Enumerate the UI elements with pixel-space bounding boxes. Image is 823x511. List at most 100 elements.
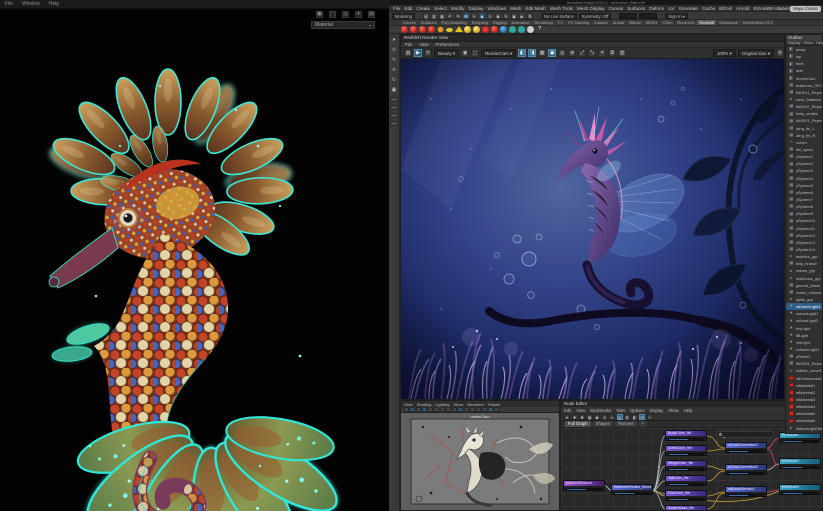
layers-icon[interactable]: ▤	[368, 11, 375, 18]
outliner-row[interactable]: seahorse_GEO	[786, 82, 822, 89]
shelf-tab[interactable]: Redshift	[697, 20, 716, 25]
node-editor-tab[interactable]: +	[638, 421, 648, 427]
node-editor-menu-item[interactable]: Bookmarks	[590, 408, 611, 413]
shelf-tab[interactable]: Surfaces	[418, 20, 439, 25]
outliner-row[interactable]: pSphere14	[786, 246, 822, 253]
outliner-row[interactable]: pSphere4	[786, 175, 822, 182]
layout-four-view-button[interactable]	[390, 105, 398, 110]
shader-node[interactable]: CrestColor_file	[665, 445, 707, 456]
shader-node[interactable]: WingsColor_file	[665, 460, 707, 471]
shelf-tab[interactable]: Animation	[509, 20, 532, 25]
region-render-icon[interactable]: ◉	[461, 49, 470, 57]
sign-in-button[interactable]: Sign In ▾	[665, 12, 688, 19]
maya-menu-item[interactable]: Modify	[451, 6, 465, 11]
paint-select-tool-icon[interactable]: ✎	[391, 57, 398, 64]
node-editor-menu-item[interactable]: Display	[649, 408, 663, 413]
outliner-row[interactable]: pSphere11	[786, 225, 822, 232]
node-editor-menu-item[interactable]: View	[576, 408, 585, 413]
ne-select-icon[interactable]: ➤	[564, 413, 570, 420]
ab-compare-icon[interactable]: ◧	[518, 49, 527, 57]
maya-menu-item[interactable]: Generate	[679, 6, 698, 11]
outliner-row[interactable]: rsAreaLight2	[786, 317, 822, 324]
ne-swatch-icon[interactable]: ◧	[631, 413, 638, 420]
save-image-icon[interactable]: ▤	[404, 49, 412, 57]
node-editor-tab[interactable]: Full Graph	[565, 421, 591, 427]
shelf-tab[interactable]: Bifrost	[627, 20, 643, 25]
node-editor-menu-item[interactable]: Edit	[564, 408, 571, 413]
outliner-row[interactable]: ground_plane	[786, 282, 822, 289]
shelf-tab[interactable]: XGen	[660, 20, 675, 25]
move-tool-icon[interactable]: ✛	[391, 67, 398, 74]
snap-curve-icon[interactable]: ∿	[471, 12, 477, 19]
thumbnail-grid-icon[interactable]: ▦	[538, 49, 547, 57]
rs-physical-sun-icon[interactable]	[491, 26, 498, 33]
shader-node-slider[interactable]	[782, 465, 818, 469]
ne-curve-wire-icon[interactable]: ∿	[646, 413, 653, 420]
shelf-tab[interactable]: Poly Modeling	[439, 20, 469, 25]
outliner-row[interactable]: MASH3_ReproMesh	[786, 117, 822, 124]
viewport-grid-icon[interactable]	[410, 407, 415, 412]
left-app-menu-item[interactable]: Window	[22, 1, 40, 7]
render-view-menu-item[interactable]: File	[405, 42, 412, 47]
outliner-row[interactable]: persp	[786, 46, 822, 53]
outliner-row[interactable]: rsDomeLight1	[786, 303, 822, 311]
node-editor-tab[interactable]: Shapes	[592, 421, 613, 427]
shader-node[interactable]: rsTexture2	[779, 458, 821, 469]
maya-menu-item[interactable]: Arnold	[736, 6, 749, 11]
zoom-icon[interactable]: ◎	[342, 11, 349, 18]
viewport-menu-item[interactable]: Lighting	[435, 402, 449, 407]
shader-node[interactable]: ScalesMask_file	[665, 505, 707, 510]
fit-icon[interactable]: ⤢	[578, 49, 587, 57]
workspace-value-button[interactable]: Maya Classic	[790, 5, 821, 12]
ne-pin-icon[interactable]: ◉	[594, 413, 600, 420]
rs-render-icon[interactable]	[401, 26, 408, 33]
outliner-row[interactable]: front	[786, 60, 822, 67]
shader-node[interactable]: place2dTexture1	[563, 480, 605, 491]
viewport-ao-icon[interactable]	[482, 407, 487, 412]
shelf-tab[interactable]: FX	[555, 20, 566, 25]
outliner-row[interactable]: pSphere10	[786, 217, 822, 224]
layout-persp-graph-button[interactable]	[390, 121, 398, 126]
shader-node-slider[interactable]	[728, 471, 764, 475]
outliner-row[interactable]: pSphere12	[786, 232, 822, 239]
maya-menu-item[interactable]: Cache	[702, 6, 715, 11]
maya-menu-item[interactable]: File	[393, 6, 400, 11]
viewport-snap-icon[interactable]	[404, 407, 409, 412]
shader-node[interactable]: rsColorCorrection2	[725, 464, 767, 475]
rs-render-settings-icon[interactable]	[428, 26, 435, 33]
outliner-row[interactable]: top	[786, 53, 822, 60]
viewport-menu-item[interactable]: Panels	[488, 402, 500, 407]
shader-node-slider[interactable]	[614, 491, 650, 495]
outliner-menu-item[interactable]: Show	[803, 41, 813, 45]
marquee-icon[interactable]: ⬚	[329, 11, 336, 18]
shader-node-slider[interactable]	[668, 482, 704, 486]
render-view-menu-item[interactable]: Preferences	[436, 42, 460, 47]
ipr-render-icon[interactable]: ▶	[519, 12, 525, 19]
shader-node[interactable]: rsColorCorrection1	[725, 442, 767, 453]
new-scene-icon[interactable]: ▤	[423, 12, 429, 19]
gear-icon[interactable]: ⚙	[776, 49, 784, 57]
viewport-menu-item[interactable]: Renderer	[467, 402, 484, 407]
shader-node[interactable]: TailColor_file	[665, 475, 707, 486]
viewport-xray-icon[interactable]	[494, 407, 499, 412]
shader-node[interactable]: SeahorseScales_blend	[611, 484, 653, 495]
outliner-row[interactable]: tail_spiral	[786, 146, 822, 153]
copy-icon[interactable]: ⧉	[608, 49, 617, 57]
viewport-res-gate-icon[interactable]	[422, 407, 427, 412]
shelf-tab[interactable]: Sculpting	[469, 20, 491, 25]
open-scene-icon[interactable]: ▥	[431, 12, 437, 19]
rotate-tool-icon[interactable]: ↻	[391, 77, 398, 84]
rs-help-icon[interactable]: ?	[536, 26, 543, 33]
viewport-menu-item[interactable]: Shading	[417, 402, 432, 407]
viewport-safe-action-icon[interactable]	[440, 407, 445, 412]
outliner-row[interactable]: side	[786, 67, 822, 74]
rs-docs-icon[interactable]	[527, 26, 534, 33]
maya-menu-item[interactable]: Mesh Tools	[550, 6, 573, 11]
shader-node-slider[interactable]	[728, 449, 764, 453]
outliner-row[interactable]: rsMaterial6	[786, 417, 822, 424]
outliner-row[interactable]: rsMaterial5	[786, 410, 822, 417]
outliner-row[interactable]: keyLight	[786, 324, 822, 331]
outliner-row[interactable]: pPlane1	[786, 353, 822, 360]
outliner-row[interactable]: bubble_curve1	[786, 367, 822, 374]
split-view-icon[interactable]: ◨	[528, 49, 537, 57]
